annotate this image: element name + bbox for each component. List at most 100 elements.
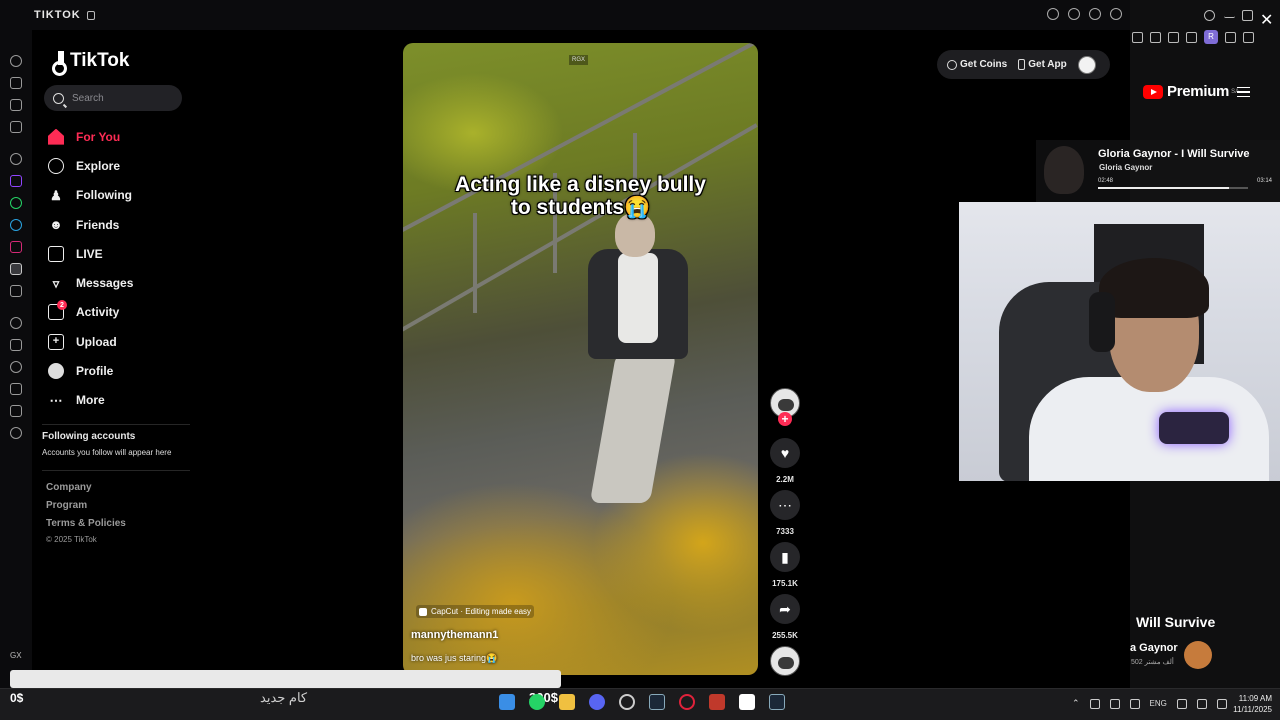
windows-start-icon[interactable] — [499, 694, 515, 710]
video-player[interactable]: RGX Acting like a disney bully to studen… — [403, 43, 758, 675]
nav-label: LIVE — [76, 246, 103, 261]
tiktok-logo[interactable]: TikTok — [50, 50, 129, 76]
instagram-icon[interactable] — [10, 241, 22, 253]
hamburger-menu-icon[interactable] — [1237, 87, 1250, 97]
close-icon[interactable]: ✕ — [1260, 10, 1273, 29]
footer-terms-link[interactable]: Terms & Policies — [46, 518, 126, 529]
screen: TIKTOK GX TikTok Search For You Explore … — [0, 0, 1280, 720]
bag-icon[interactable] — [10, 77, 22, 89]
pin-icon[interactable] — [1089, 8, 1101, 20]
chevron-up-icon[interactable]: ⌃ — [1072, 698, 1080, 709]
extensions-icon[interactable] — [10, 405, 22, 417]
tiktok-note-icon — [50, 51, 67, 76]
bookmark-count: 175.1K — [772, 579, 798, 588]
twitch-icon[interactable] — [10, 175, 22, 187]
whatsapp-icon[interactable] — [529, 694, 545, 710]
app-icon[interactable] — [709, 694, 725, 710]
youtube-premium-logo[interactable]: Premium SA — [1143, 83, 1239, 100]
like-button[interactable]: ♥ — [770, 438, 800, 468]
telegram-icon[interactable] — [10, 219, 22, 231]
download-icon[interactable] — [1225, 31, 1236, 43]
bookmark-icon[interactable] — [10, 339, 22, 351]
share-button[interactable]: ➦ — [770, 594, 800, 624]
settings-icon[interactable] — [1047, 8, 1059, 20]
follow-plus-button[interactable]: + — [778, 412, 792, 426]
spotify-icon[interactable] — [10, 317, 22, 329]
x-icon[interactable] — [10, 285, 22, 297]
search-box[interactable] — [44, 85, 182, 111]
nav-live[interactable]: LIVE — [48, 239, 133, 268]
file-explorer-icon[interactable] — [559, 694, 575, 710]
person-legs — [589, 353, 677, 503]
obs-icon[interactable] — [619, 694, 635, 710]
m-icon[interactable] — [10, 121, 22, 133]
nav-following[interactable]: ♟ Following — [48, 181, 133, 210]
wifi-icon[interactable] — [1176, 698, 1187, 709]
gear-icon[interactable] — [10, 427, 22, 439]
lock-icon — [86, 10, 95, 20]
tiktok-icon[interactable] — [10, 263, 22, 275]
restore-icon[interactable] — [1242, 10, 1253, 21]
nav-explore[interactable]: Explore — [48, 151, 133, 180]
system-clock[interactable]: 11:09 AM 11/11/2025 — [1226, 693, 1272, 715]
browser-tab-bar: TIKTOK — [0, 0, 1130, 30]
heart-icon[interactable] — [1168, 31, 1179, 43]
capcut-icon[interactable] — [739, 694, 755, 710]
steam-icon[interactable] — [769, 694, 785, 710]
clock-icon[interactable] — [10, 361, 22, 373]
capcut-label: CapCut · Editing made easy — [431, 607, 532, 616]
get-app-button[interactable]: Get App — [1018, 59, 1067, 70]
stair-railing — [403, 123, 758, 337]
menu-dots-icon[interactable] — [1110, 8, 1122, 20]
music-disc[interactable] — [770, 646, 800, 676]
network-icon[interactable] — [1089, 698, 1100, 709]
language-indicator[interactable]: ENG — [1150, 699, 1167, 708]
footer-company-link[interactable]: Company — [46, 482, 92, 493]
video-author[interactable]: mannythemann1 — [411, 629, 498, 641]
play-icon[interactable] — [1150, 31, 1161, 43]
nav-profile[interactable]: Profile — [48, 356, 133, 385]
footer-program-link[interactable]: Program — [46, 500, 87, 511]
tab-controls — [1047, 8, 1122, 20]
steam-icon[interactable] — [649, 694, 665, 710]
nav-activity[interactable]: Activity — [48, 298, 133, 327]
nav-messages[interactable]: ▿ Messages — [48, 268, 134, 297]
translate-icon[interactable] — [1132, 31, 1143, 43]
upload-icon: + — [48, 333, 64, 350]
channel-avatar[interactable] — [1184, 641, 1212, 669]
video-person — [583, 213, 693, 513]
discord-icon[interactable] — [589, 694, 605, 710]
opera-gx-icon[interactable] — [679, 694, 695, 710]
song-title[interactable]: Will Survive — [1136, 614, 1215, 630]
profile-r-icon[interactable]: R — [1204, 30, 1218, 44]
nav-label: Upload — [76, 334, 117, 349]
puzzle-icon[interactable] — [1186, 31, 1197, 43]
comment-button[interactable]: ⋯ — [770, 490, 800, 520]
nav-label: Following — [76, 188, 132, 203]
whatsapp-icon[interactable] — [10, 197, 22, 209]
minimize-icon[interactable] — [1224, 10, 1235, 18]
nav-friends[interactable]: ☻ Friends — [48, 210, 133, 239]
menu-icon[interactable] — [1243, 31, 1254, 43]
window-controls: ✕ — [1130, 0, 1280, 30]
chatgpt-icon[interactable] — [10, 153, 22, 165]
subscriber-count: 502 ألف مشتر — [1131, 659, 1174, 666]
mic-icon[interactable] — [1129, 698, 1140, 709]
history-icon[interactable] — [10, 55, 22, 67]
app-tray-icon[interactable] — [1109, 698, 1120, 709]
nav-for-you[interactable]: For You — [48, 122, 133, 151]
download-icon[interactable] — [10, 383, 22, 395]
nav-upload[interactable]: + Upload — [48, 327, 133, 356]
capcut-badge[interactable]: CapCut · Editing made easy — [416, 605, 535, 618]
get-coins-button[interactable]: Get Coins — [947, 59, 1007, 70]
nav-more[interactable]: ⋯ More — [48, 386, 133, 415]
bookmark-button[interactable]: ▮ — [770, 542, 800, 572]
search-icon[interactable] — [1204, 10, 1215, 21]
volume-icon[interactable] — [1196, 698, 1207, 709]
cam-person-body — [1029, 377, 1269, 481]
reload-icon[interactable] — [1068, 8, 1080, 20]
panel-icon[interactable] — [10, 99, 22, 111]
search-input[interactable] — [72, 92, 172, 104]
channel-name[interactable]: a Gaynor — [1130, 642, 1178, 654]
user-avatar[interactable] — [1077, 55, 1096, 74]
